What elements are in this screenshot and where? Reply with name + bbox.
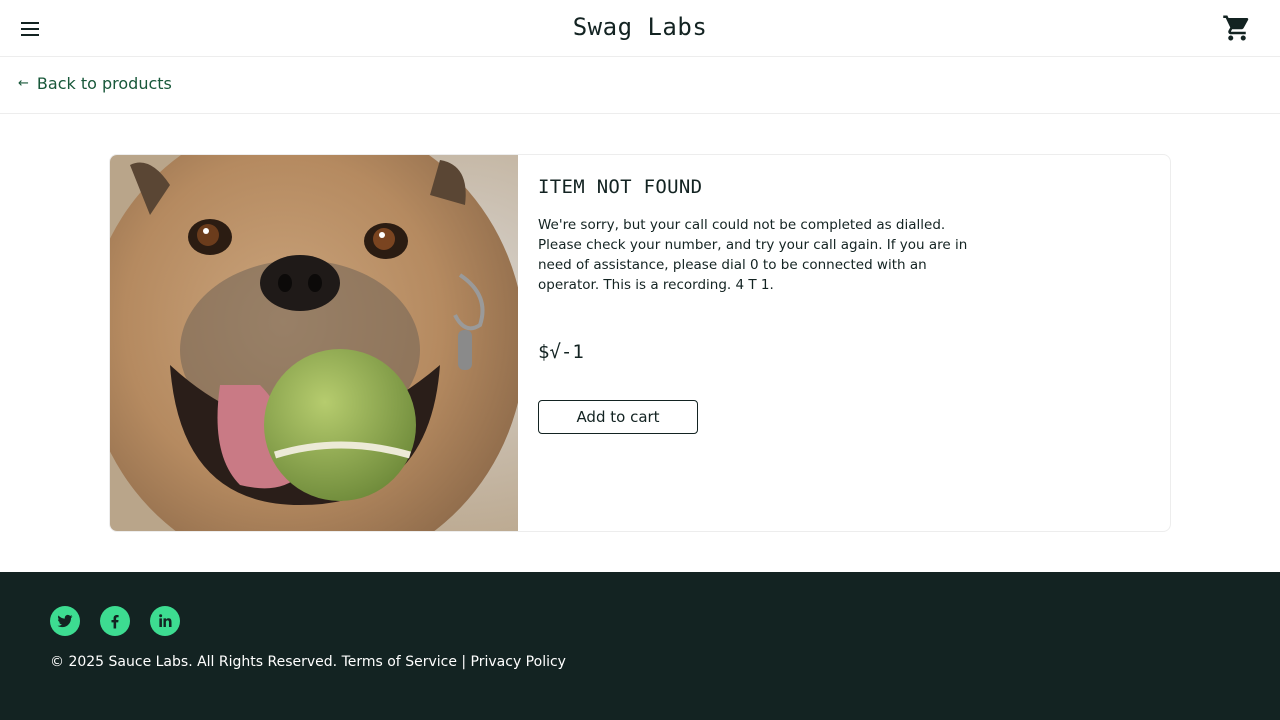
linkedin-link[interactable] xyxy=(150,606,180,636)
facebook-icon xyxy=(111,615,119,629)
facebook-link[interactable] xyxy=(100,606,130,636)
shopping-cart-icon xyxy=(1223,15,1249,41)
footer-copyright: © 2025 Sauce Labs. All Rights Reserved. … xyxy=(50,654,566,670)
add-to-cart-button[interactable]: Add to cart xyxy=(538,400,698,434)
linkedin-icon xyxy=(159,614,172,627)
twitter-icon xyxy=(57,614,73,628)
product-price: $√-1 xyxy=(538,341,584,363)
footer: © 2025 Sauce Labs. All Rights Reserved. … xyxy=(0,572,1280,720)
secondary-header: ← Back to products xyxy=(0,57,1280,114)
shopping-cart-button[interactable] xyxy=(1222,13,1252,43)
product-details-card: ITEM NOT FOUND We're sorry, but your cal… xyxy=(109,154,1171,532)
back-to-products-link[interactable]: ← Back to products xyxy=(18,74,172,93)
product-description: We're sorry, but your call could not be … xyxy=(538,217,968,293)
app-logo-title: Swag Labs xyxy=(572,13,708,41)
arrow-left-icon: ← xyxy=(18,76,29,91)
primary-header: Swag Labs xyxy=(0,0,1280,57)
product-image xyxy=(110,155,518,531)
back-to-products-label: Back to products xyxy=(36,74,172,93)
product-name: ITEM NOT FOUND xyxy=(538,176,703,198)
twitter-link[interactable] xyxy=(50,606,80,636)
